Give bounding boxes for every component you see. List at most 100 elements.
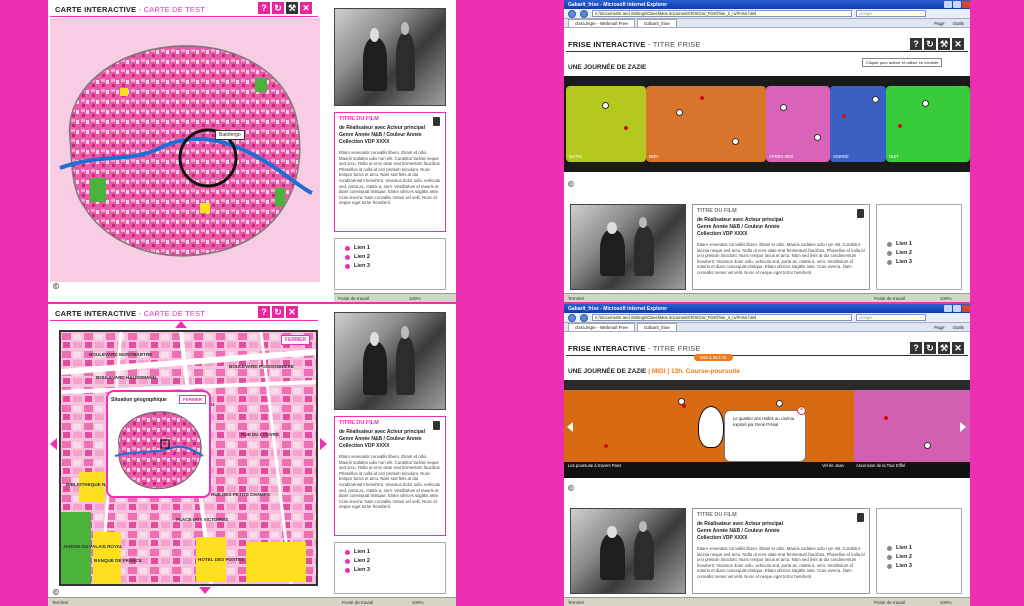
back-icon[interactable]: [568, 9, 576, 18]
refresh-icon[interactable]: ↻: [924, 38, 936, 50]
tab-webmail[interactable]: clara.leger - Webmail Free: [568, 323, 635, 331]
frise-arrow-right-icon[interactable]: [960, 422, 966, 432]
link-3[interactable]: Lien 3: [345, 263, 435, 269]
link-3[interactable]: Lien 3: [345, 567, 435, 573]
mini-map-svg[interactable]: [111, 406, 207, 494]
search-input[interactable]: Google: [856, 10, 926, 17]
event-label[interactable]: Les poursuite à travers Paris: [568, 463, 621, 468]
search-input[interactable]: Google: [856, 314, 926, 321]
address-input[interactable]: C:\Documents and Settings\Clavel\Mes doc…: [592, 314, 852, 321]
frise-arrow-left-icon[interactable]: [567, 422, 573, 432]
minimize-icon[interactable]: [944, 1, 952, 8]
event-marker[interactable]: [814, 134, 821, 141]
tool-icon[interactable]: ⚒: [286, 2, 298, 14]
map-arrow-left-icon[interactable]: [50, 438, 57, 450]
toolbar-outils[interactable]: Outils: [952, 21, 964, 26]
film-credit-1: de Réalisateur avec Acteur principal: [339, 429, 425, 435]
help-icon[interactable]: ?: [910, 342, 922, 354]
close-icon[interactable]: ✕: [300, 2, 312, 14]
link-3[interactable]: Lien 3: [887, 563, 951, 569]
carte-toolbar: ? ↻ ⚒ ✕: [258, 2, 312, 14]
film-credit-2: Genre Année N&B / Couleur Année: [339, 132, 422, 138]
help-icon[interactable]: ?: [258, 2, 270, 14]
event-marker[interactable]: [676, 109, 683, 116]
bubble-close-icon[interactable]: ×: [797, 406, 806, 415]
link-1[interactable]: Lien 1: [345, 549, 435, 555]
segment-matin[interactable]: MATIN: [566, 86, 646, 162]
event-marker[interactable]: [922, 100, 929, 107]
close-icon[interactable]: ✕: [952, 38, 964, 50]
event-dot[interactable]: [842, 114, 846, 118]
toolbar-outils[interactable]: Outils: [952, 325, 964, 330]
document-icon[interactable]: [433, 117, 440, 126]
forward-icon[interactable]: [580, 313, 588, 322]
event-label[interactable]: Ascension de la Tour Eiffel: [856, 463, 905, 468]
tool-icon[interactable]: ⚒: [938, 342, 950, 354]
event-marker[interactable]: [732, 138, 739, 145]
map-marker-label[interactable]: Batofergo: [215, 130, 245, 140]
status-bar: Terminé Poste de travail 100%: [48, 597, 456, 606]
paris-map[interactable]: Batofergo: [50, 18, 320, 282]
event-label[interactable]: Vel de Jean: [822, 463, 844, 468]
forward-icon[interactable]: [580, 9, 588, 18]
minimize-icon[interactable]: [944, 305, 952, 312]
close-icon[interactable]: ✕: [952, 342, 964, 354]
window-close-icon[interactable]: [962, 305, 970, 312]
address-input[interactable]: C:\Documents and Settings\Clavel\Mes doc…: [592, 10, 852, 17]
map-arrow-down-icon[interactable]: [199, 587, 211, 594]
event-marker[interactable]: [924, 442, 931, 449]
segment-midi[interactable]: MIDI: [646, 86, 766, 162]
toolbar-page[interactable]: Page: [934, 21, 945, 26]
help-icon[interactable]: ?: [910, 38, 922, 50]
status-bar: Terminé Poste de travail 100%: [564, 597, 970, 606]
maximize-icon[interactable]: [953, 305, 961, 312]
tool-icon[interactable]: ⚒: [938, 38, 950, 50]
document-icon[interactable]: [433, 421, 440, 430]
event-dot[interactable]: [884, 416, 888, 420]
event-dot[interactable]: [604, 444, 608, 448]
fermer-button[interactable]: FERMER: [281, 335, 311, 345]
situation-fermer-button[interactable]: FERMER: [179, 395, 206, 404]
refresh-icon[interactable]: ↻: [272, 2, 284, 14]
link-1[interactable]: Lien 1: [345, 245, 435, 251]
tab-webmail[interactable]: clara.leger - Webmail Free: [568, 19, 635, 27]
link-2[interactable]: Lien 2: [345, 558, 435, 564]
toolbar-page[interactable]: Page: [934, 325, 945, 330]
event-dot[interactable]: [898, 124, 902, 128]
event-dot[interactable]: [700, 96, 704, 100]
help-icon[interactable]: ?: [258, 306, 270, 318]
event-dot[interactable]: [624, 126, 628, 130]
map-arrow-up-icon[interactable]: [175, 321, 187, 328]
segment-apres-midi[interactable]: APRÈS-MIDI: [766, 86, 830, 162]
link-2[interactable]: Lien 2: [887, 554, 951, 560]
film-still-image: [334, 8, 446, 106]
timeline-frise-zoom[interactable]: Les poursuite à travers Paris Vel de Jea…: [564, 380, 970, 478]
refresh-icon[interactable]: ↻: [924, 342, 936, 354]
maximize-icon[interactable]: [953, 1, 961, 8]
event-marker[interactable]: [602, 102, 609, 109]
event-marker[interactable]: [872, 96, 879, 103]
frise-toolbar: ? ↻ ⚒ ✕: [910, 342, 964, 354]
close-icon[interactable]: ✕: [286, 306, 298, 318]
link-2[interactable]: Lien 2: [345, 254, 435, 260]
link-1[interactable]: Lien 1: [887, 545, 951, 551]
timeline-frise[interactable]: MATIN MIDI APRÈS-MIDI SOIRÉE NUIT: [564, 76, 970, 172]
zoomed-map[interactable]: BOULEVARD MONTMARTRE BOULEVARD HAUSSMANN…: [59, 330, 318, 586]
refresh-icon[interactable]: ↻: [272, 306, 284, 318]
segment-apres-midi-zoom[interactable]: [854, 390, 970, 470]
map-arrow-right-icon[interactable]: [320, 438, 327, 450]
links-box: Lien 1 Lien 2 Lien 3: [334, 238, 446, 290]
film-info-box: TITRE DU FILM de Réalisateur avec Acteur…: [692, 508, 870, 594]
document-icon[interactable]: [857, 209, 864, 218]
window-close-icon[interactable]: [962, 1, 970, 8]
link-2[interactable]: Lien 2: [887, 250, 951, 256]
tab-gabarit[interactable]: Gabarit_frise: [636, 19, 677, 27]
back-icon[interactable]: [568, 313, 576, 322]
event-dot[interactable]: [682, 404, 686, 408]
document-icon[interactable]: [857, 513, 864, 522]
event-marker[interactable]: [776, 400, 783, 407]
link-3[interactable]: Lien 3: [887, 259, 951, 265]
link-1[interactable]: Lien 1: [887, 241, 951, 247]
event-marker[interactable]: [780, 104, 787, 111]
tab-gabarit[interactable]: Gabarit_frise: [636, 323, 677, 331]
